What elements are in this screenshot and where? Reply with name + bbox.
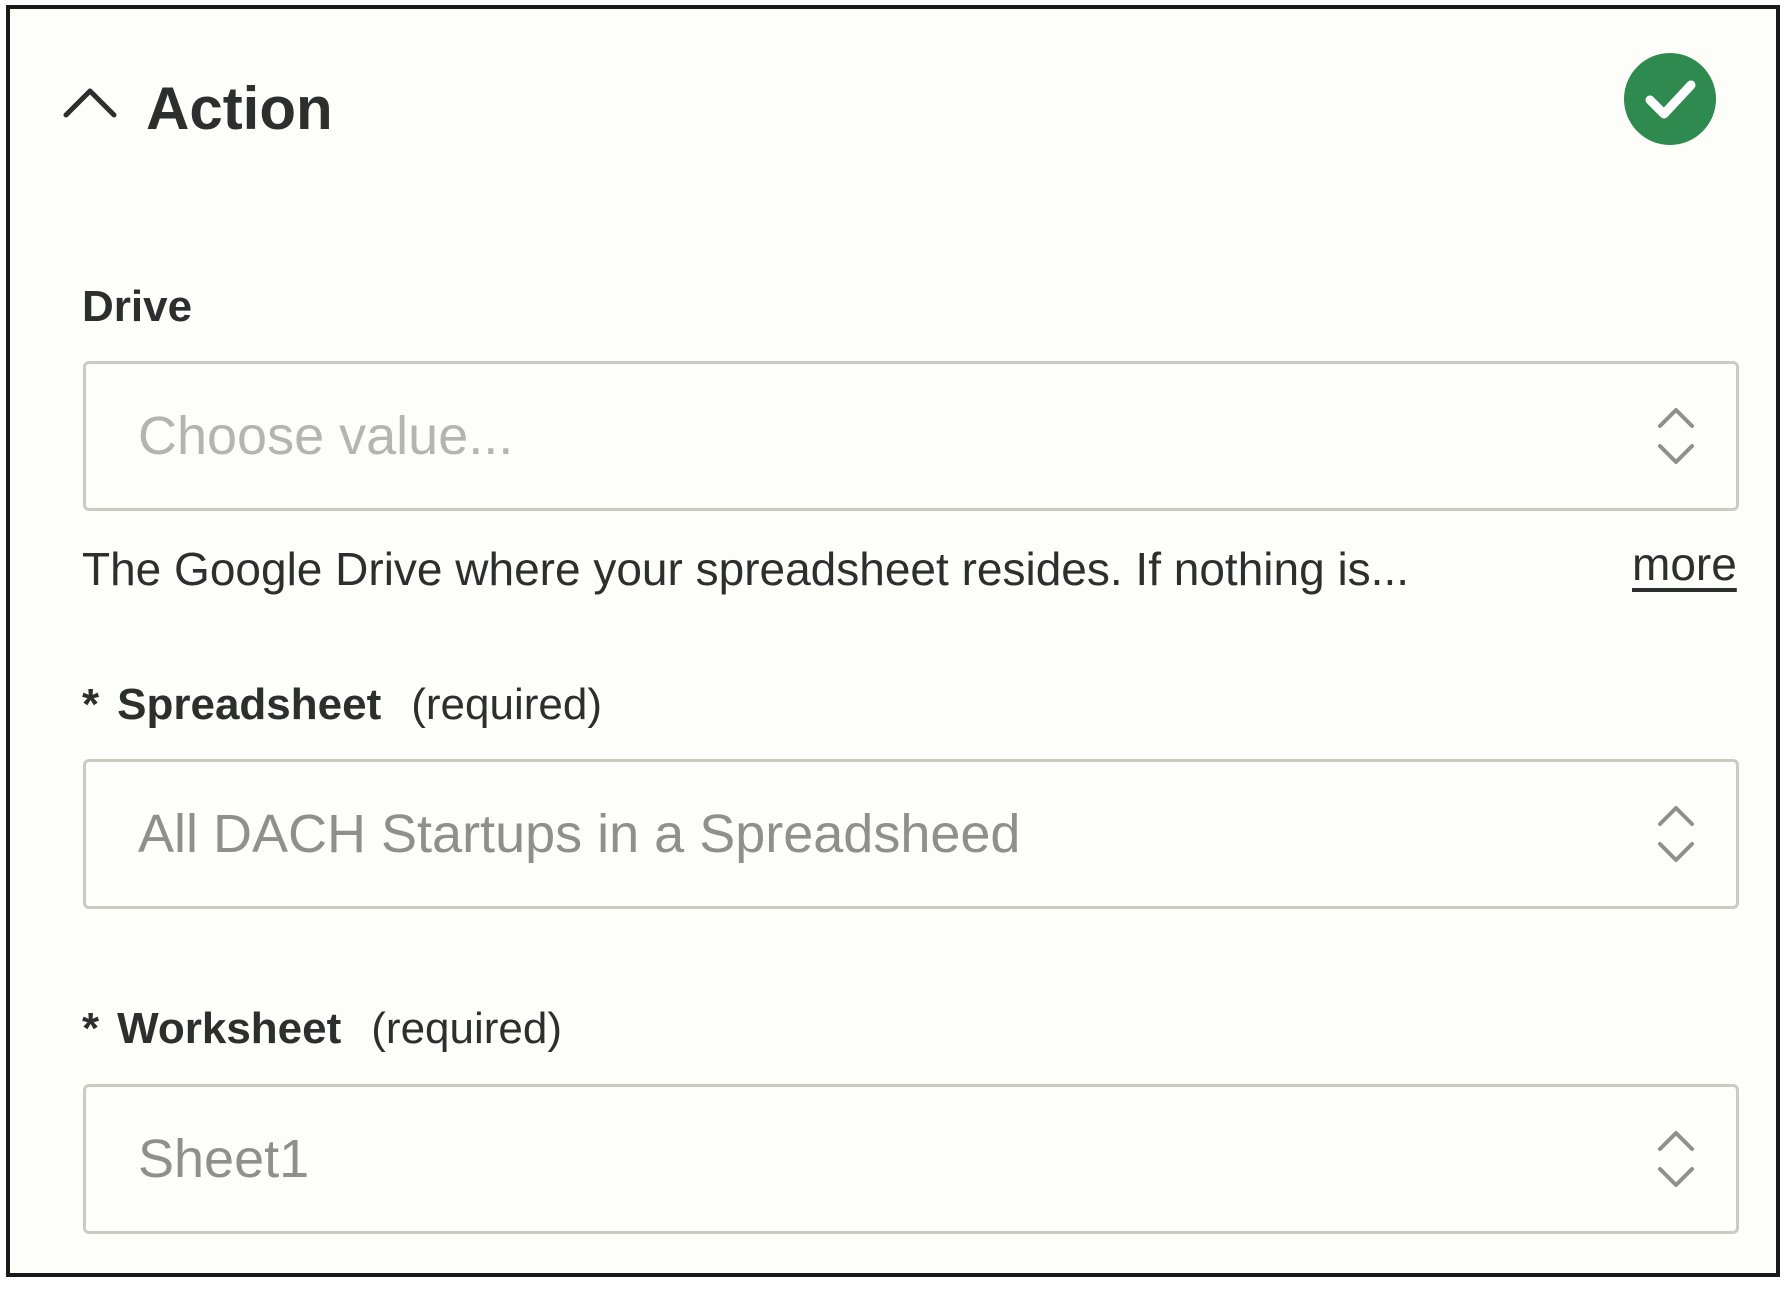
chevron-up-down-icon bbox=[1656, 404, 1696, 468]
worksheet-label: * Worksheet (required) bbox=[82, 1001, 562, 1057]
worksheet-select[interactable]: Sheet1 bbox=[83, 1084, 1739, 1234]
spreadsheet-label: * Spreadsheet (required) bbox=[82, 677, 602, 733]
more-link[interactable]: more bbox=[1632, 534, 1737, 594]
action-panel: Action Drive Choose value... The Google … bbox=[6, 5, 1780, 1277]
drive-select-placeholder: Choose value... bbox=[138, 406, 514, 466]
drive-select[interactable]: Choose value... bbox=[83, 361, 1739, 511]
required-note: (required) bbox=[371, 1004, 563, 1053]
chevron-up-down-icon bbox=[1656, 802, 1696, 866]
spreadsheet-select[interactable]: All DACH Startups in a Spreadsheed bbox=[83, 759, 1739, 909]
check-circle-icon bbox=[1624, 53, 1716, 145]
worksheet-select-value: Sheet1 bbox=[138, 1129, 310, 1189]
action-header[interactable]: Action bbox=[10, 9, 1776, 209]
chevron-up-down-icon bbox=[1656, 1127, 1696, 1191]
required-mark: * bbox=[82, 680, 100, 729]
drive-label-text: Drive bbox=[82, 282, 193, 331]
drive-help-text: The Google Drive where your spreadsheet … bbox=[82, 543, 1410, 595]
drive-label: Drive bbox=[82, 279, 192, 335]
worksheet-label-text: Worksheet bbox=[117, 1004, 342, 1053]
required-note: (required) bbox=[411, 680, 602, 729]
section-title: Action bbox=[146, 75, 333, 142]
spreadsheet-label-text: Spreadsheet bbox=[117, 680, 382, 729]
chevron-up-icon[interactable] bbox=[62, 81, 118, 121]
spreadsheet-select-value: All DACH Startups in a Spreadsheed bbox=[138, 804, 1021, 864]
required-mark: * bbox=[82, 1004, 100, 1053]
